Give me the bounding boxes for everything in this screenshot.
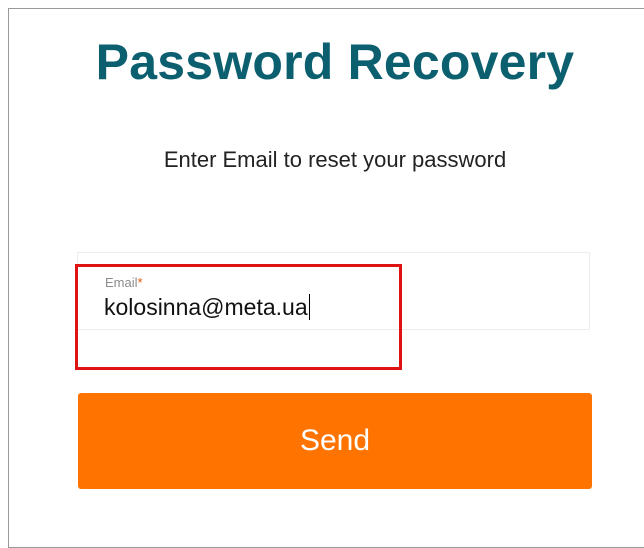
page-title: Password Recovery	[95, 34, 575, 90]
email-highlight-box	[75, 264, 402, 370]
page-subtitle: Enter Email to reset your password	[163, 147, 507, 172]
send-button[interactable]: Send	[78, 393, 592, 489]
password-recovery-card: Password Recovery Enter Email to reset y…	[8, 8, 644, 548]
